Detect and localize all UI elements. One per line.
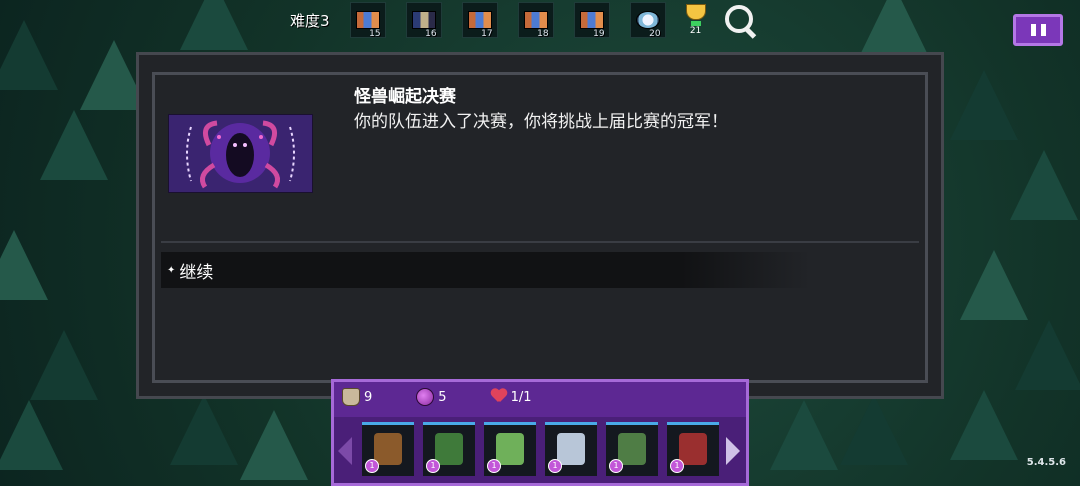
octopus-monster-icon	[169, 115, 312, 192]
stage-node[interactable]: 18	[517, 2, 554, 39]
stage-progress-bar: 难度3 15 16 17 18 19 20 21	[290, 0, 758, 40]
orb-stat: 5	[416, 388, 447, 406]
stage-number: 17	[481, 29, 493, 39]
pause-icon	[1030, 24, 1036, 36]
scroll-left-arrow-icon[interactable]	[338, 437, 352, 465]
battle-icon	[411, 11, 436, 29]
hearts-count: 1/1	[510, 389, 532, 405]
unit-slot[interactable]: 1	[484, 422, 536, 476]
unit-roster: 1 1 1 1 1 1	[334, 417, 746, 483]
stage-number: 18	[537, 29, 549, 39]
event-illustration	[168, 114, 313, 193]
unit-slot[interactable]: 1	[606, 422, 658, 476]
unit-level-badge: 1	[548, 459, 562, 473]
unit-sprite	[496, 433, 524, 465]
pause-icon	[1040, 24, 1046, 36]
pause-button[interactable]	[1013, 14, 1063, 46]
resource-stats: 9 5 1/1	[342, 388, 575, 406]
event-title: 怪兽崛起决赛	[354, 87, 456, 107]
bullet-icon: ✦	[167, 264, 176, 276]
unit-sprite	[557, 433, 585, 465]
stage-number: 20	[649, 29, 661, 39]
stage-number: 15	[369, 29, 381, 39]
battle-icon	[523, 11, 548, 29]
version-label: 5.4.5.6	[1026, 457, 1066, 468]
final-stage-trophy[interactable]: 21	[682, 4, 710, 36]
battle-icon	[579, 11, 604, 29]
stage-node-boss[interactable]: 20	[629, 2, 666, 39]
event-dialog: 怪兽崛起决赛 你的队伍进入了决赛，你将挑战上届比赛的冠军！ ✦ 继续	[136, 52, 944, 399]
stage-node[interactable]: 17	[461, 2, 498, 39]
orb-count: 5	[438, 389, 447, 405]
money-bag-icon	[342, 388, 360, 406]
difficulty-label: 难度3	[290, 11, 330, 30]
boss-icon	[635, 11, 660, 29]
divider	[161, 241, 919, 243]
stage-number: 19	[593, 29, 605, 39]
unit-sprite	[435, 433, 463, 465]
gold-count: 9	[364, 389, 373, 405]
unit-level-badge: 1	[426, 459, 440, 473]
unit-slot[interactable]: 1	[362, 422, 414, 476]
gold-stat: 9	[342, 388, 372, 406]
party-panel: 9 5 1/1 1 1 1 1 1 1	[331, 379, 749, 486]
unit-slot[interactable]: 1	[667, 422, 719, 476]
unit-sprite	[679, 433, 707, 465]
stage-node-current[interactable]: 16	[405, 2, 442, 39]
trophy-icon	[685, 4, 706, 20]
search-button[interactable]	[722, 2, 758, 39]
scroll-right-arrow-icon[interactable]	[726, 437, 740, 465]
unit-level-badge: 1	[609, 459, 623, 473]
unit-sprite	[374, 433, 402, 465]
orb-icon	[416, 388, 435, 406]
stage-number: 16	[425, 29, 437, 39]
unit-sprite	[618, 433, 646, 465]
unit-slot[interactable]: 1	[423, 422, 475, 476]
stage-node[interactable]: 15	[349, 2, 386, 39]
choice-label: 继续	[179, 262, 214, 283]
hearts-stat: 1/1	[491, 389, 532, 405]
unit-level-badge: 1	[487, 459, 501, 473]
event-description: 你的队伍进入了决赛，你将挑战上届比赛的冠军！	[354, 112, 728, 132]
unit-level-badge: 1	[365, 459, 379, 473]
choice-continue-button[interactable]: ✦ 继续	[161, 252, 811, 288]
stage-node[interactable]: 19	[573, 2, 610, 39]
unit-slot[interactable]: 1	[545, 422, 597, 476]
heart-icon	[491, 389, 507, 405]
battle-icon	[467, 11, 492, 29]
search-icon-handle	[743, 26, 756, 39]
unit-level-badge: 1	[670, 459, 684, 473]
battle-icon	[355, 11, 380, 29]
stage-number: 21	[689, 26, 702, 36]
